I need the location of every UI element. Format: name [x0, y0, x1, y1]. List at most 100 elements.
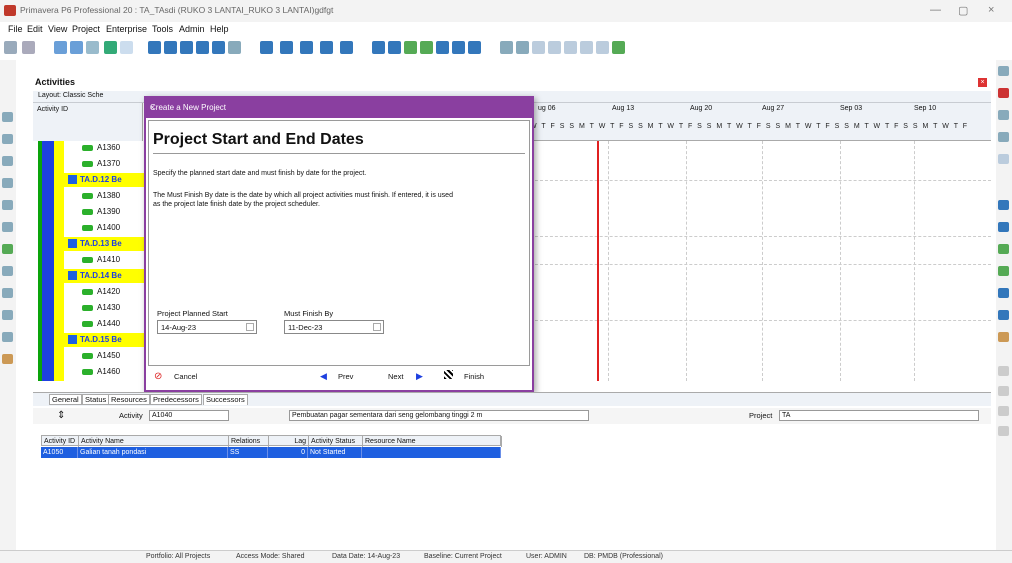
paste-icon[interactable] — [998, 154, 1009, 164]
delete-icon[interactable] — [998, 88, 1009, 98]
next-icon[interactable]: ▶ — [416, 371, 423, 382]
calendar-dropdown-icon[interactable] — [246, 323, 254, 331]
tab-predecessors[interactable]: Predecessors — [150, 394, 202, 405]
outdent-icon[interactable] — [998, 426, 1009, 436]
tracking-icon[interactable] — [2, 178, 13, 188]
wbs-row[interactable]: TA.D.15 Be — [64, 333, 144, 347]
issues-nav-icon[interactable] — [2, 288, 13, 298]
move-up-icon[interactable] — [998, 366, 1009, 376]
help-icon[interactable] — [612, 41, 625, 54]
cancel-button[interactable]: Cancel — [174, 372, 197, 381]
details-icon[interactable] — [148, 41, 161, 54]
calendar-icon[interactable] — [468, 41, 481, 54]
row-relation[interactable]: SS — [228, 447, 268, 458]
activity-row[interactable]: A1370 — [64, 157, 144, 171]
dialog-close-icon[interactable]: × — [150, 103, 526, 112]
notebook-icon[interactable] — [998, 332, 1009, 342]
menu-edit[interactable]: Edit — [27, 24, 43, 34]
assign-steps-icon[interactable] — [998, 310, 1009, 320]
col-resource-name[interactable]: Resource Name — [363, 436, 502, 447]
prev-icon[interactable]: ◀ — [320, 371, 327, 382]
activity-row[interactable]: A1360 — [64, 141, 144, 155]
tab-general[interactable]: General — [49, 394, 82, 405]
assign-predecessors-icon[interactable] — [998, 266, 1009, 276]
assignments-icon[interactable] — [2, 244, 13, 254]
must-finish-value[interactable]: 11-Dec-23 — [288, 323, 322, 332]
indent-icon[interactable] — [998, 406, 1009, 416]
bars-icon[interactable] — [86, 41, 99, 54]
progress-icon[interactable] — [104, 41, 117, 54]
calendar-dropdown-icon[interactable] — [373, 323, 381, 331]
tab-successors[interactable]: Successors — [203, 394, 248, 405]
minimize-button[interactable]: — — [930, 4, 941, 16]
assign-icon[interactable] — [452, 41, 465, 54]
work-products-icon[interactable] — [2, 266, 13, 276]
level-icon[interactable] — [388, 41, 401, 54]
activity-row[interactable]: A1420 — [64, 285, 144, 299]
table-row[interactable]: A1050 Galian tanah pondasi SS 0 Not Star… — [41, 447, 501, 458]
group-icon[interactable] — [280, 41, 293, 54]
table-icon[interactable] — [164, 41, 177, 54]
activity-id-field[interactable]: A1040 — [149, 410, 229, 421]
menu-tools[interactable]: Tools — [152, 24, 173, 34]
activity-row[interactable]: A1430 — [64, 301, 144, 315]
finish-button[interactable]: Finish — [464, 372, 484, 381]
filter-icon[interactable] — [260, 41, 273, 54]
schedule-icon[interactable] — [372, 41, 385, 54]
dialog-title-bar[interactable]: Create a New Project × — [146, 98, 532, 118]
row-status[interactable]: Not Started — [308, 447, 362, 458]
zoom-in-icon[interactable] — [500, 41, 513, 54]
summarize-icon[interactable] — [404, 41, 417, 54]
row-activity-id[interactable]: A1050 — [41, 447, 78, 458]
activity-row[interactable]: A1440 — [64, 317, 144, 331]
zoom-out-icon[interactable] — [516, 41, 529, 54]
wbs-nav-icon[interactable] — [2, 200, 13, 210]
menu-admin[interactable]: Admin — [179, 24, 205, 34]
wbs-row[interactable]: TA.D.14 Be — [64, 269, 144, 283]
add-icon[interactable] — [998, 66, 1009, 76]
resources-icon[interactable] — [2, 134, 13, 144]
finish-flag-icon[interactable] — [444, 370, 453, 379]
tab-resources[interactable]: Resources — [108, 394, 150, 405]
wbs-row[interactable]: TA.D.12 Be — [64, 173, 144, 187]
move-down-icon[interactable] — [998, 386, 1009, 396]
assign-successors-icon[interactable] — [998, 288, 1009, 298]
activity-row[interactable]: A1410 — [64, 253, 144, 267]
assign-resources-icon[interactable] — [998, 200, 1009, 210]
cancel-icon[interactable]: ⊘ — [154, 371, 162, 382]
wbs-row[interactable]: TA.D.13 Be — [64, 237, 144, 251]
assign-codes-icon[interactable] — [998, 244, 1009, 254]
collapse-icon[interactable] — [564, 41, 577, 54]
print-icon[interactable] — [4, 41, 17, 54]
menu-view[interactable]: View — [48, 24, 67, 34]
activity-row[interactable]: A1460 — [64, 365, 144, 379]
next-button[interactable]: Next — [388, 372, 403, 381]
network-icon[interactable] — [196, 41, 209, 54]
chart-icon[interactable] — [180, 41, 193, 54]
menu-project[interactable]: Project — [72, 24, 100, 34]
activity-row[interactable]: A1450 — [64, 349, 144, 363]
col-lag[interactable]: Lag — [269, 436, 309, 447]
menu-file[interactable]: File — [8, 24, 23, 34]
wbs-icon[interactable] — [228, 41, 241, 54]
apply-actuals-icon[interactable] — [420, 41, 433, 54]
assign-roles-icon[interactable] — [998, 222, 1009, 232]
col-activity-name[interactable]: Activity Name — [79, 436, 229, 447]
expand-icon[interactable] — [548, 41, 561, 54]
preview-icon[interactable] — [22, 41, 35, 54]
close-activities-icon[interactable]: × — [978, 78, 987, 87]
notes-icon[interactable] — [580, 41, 593, 54]
prev-button[interactable]: Prev — [338, 372, 353, 381]
timescale-icon[interactable] — [320, 41, 333, 54]
copy-icon[interactable] — [998, 132, 1009, 142]
activity-row[interactable]: A1380 — [64, 189, 144, 203]
activity-name-field[interactable]: Pembuatan pagar sementara dari seng gelo… — [289, 410, 589, 421]
col-activity-status[interactable]: Activity Status — [309, 436, 363, 447]
spotlight-icon[interactable] — [120, 41, 133, 54]
nav-arrows-icon[interactable]: ⇕ — [57, 410, 65, 421]
expenses-icon[interactable] — [2, 354, 13, 364]
col-relations[interactable]: Relations — [229, 436, 269, 447]
menu-help[interactable]: Help — [210, 24, 229, 34]
reports-icon[interactable] — [2, 156, 13, 166]
planned-start-value[interactable]: 14-Aug-23 — [161, 323, 196, 332]
